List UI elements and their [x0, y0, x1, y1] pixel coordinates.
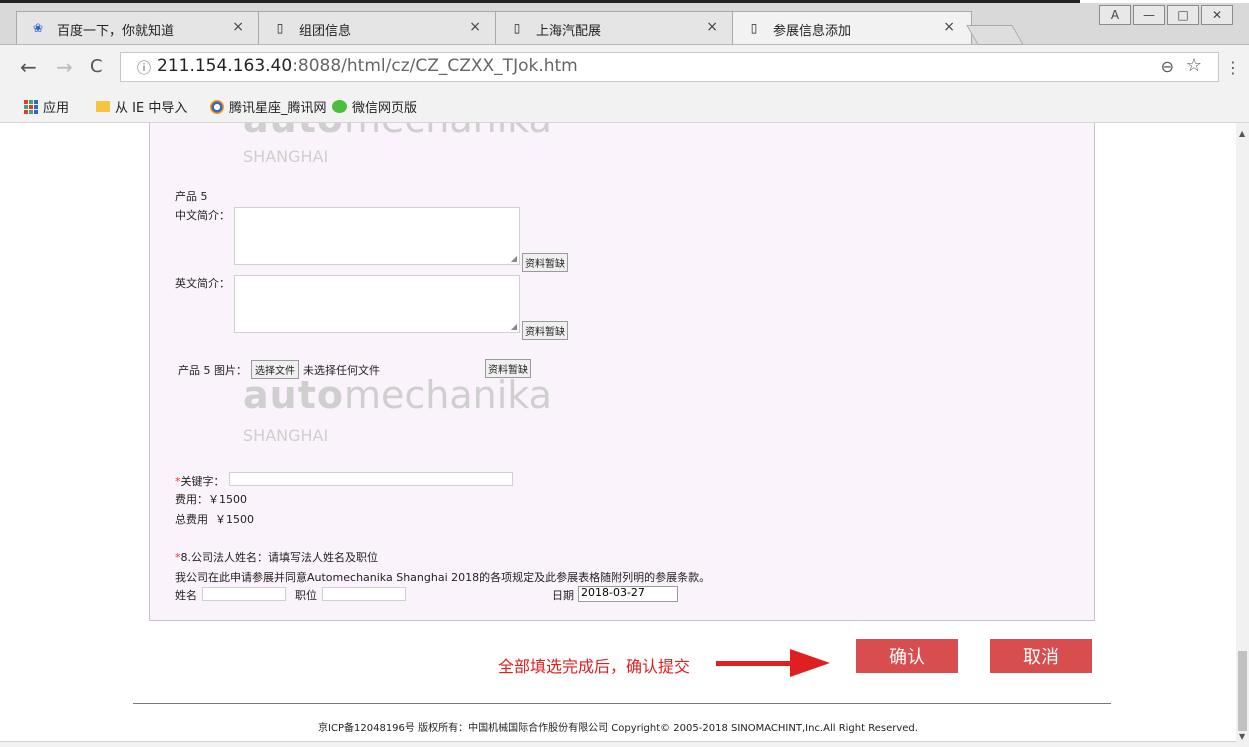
scroll-down-icon[interactable]: ▼: [1239, 732, 1245, 741]
page-icon: ▯: [750, 21, 758, 35]
application-form-panel: automechanika SHANGHAI 产品 5 中文简介： ◢ 资料暂缺…: [149, 123, 1095, 621]
tab-exhibitor-add[interactable]: ▯ 参展信息添加 ×: [732, 11, 972, 44]
page-scrollbar[interactable]: ▲ ▼: [1236, 123, 1249, 747]
cn-intro-textarea[interactable]: ◢: [234, 207, 520, 265]
close-icon[interactable]: ×: [943, 19, 955, 35]
close-window-button[interactable]: ✕: [1201, 5, 1233, 25]
product-title: 产品 5: [175, 190, 208, 203]
logo-city: SHANGHAI: [243, 426, 329, 445]
total-fee-text: 总费用 ￥1500: [175, 513, 254, 526]
cancel-button[interactable]: 取消: [990, 639, 1092, 673]
bookmark-tencent[interactable]: 腾讯星座_腾讯网: [210, 97, 327, 116]
scroll-up-icon[interactable]: ▲: [1239, 129, 1245, 138]
confirm-button[interactable]: 确认: [856, 639, 958, 673]
logo-auto: auto: [243, 123, 344, 141]
legal-heading: *8.公司法人姓名：请填写法人姓名及职位: [175, 549, 378, 565]
bookmark-label: 应用: [43, 101, 70, 116]
scrollbar-thumb[interactable]: [1238, 651, 1247, 731]
logo-mech: mechanika: [343, 373, 552, 417]
qq-icon: [210, 99, 224, 114]
footer-copyright: 京ICP备12048196号 版权所有：中国机械国际合作股份有限公司 Copyr…: [318, 723, 918, 734]
bookmark-apps[interactable]: 应用: [24, 97, 69, 116]
tab-strip: ❀ 百度一下，你就知道 × ▯ 组团信息 × ▯ 上海汽配展 × ▯ 参展信息添…: [0, 3, 1249, 45]
bookmarks-bar: 应用 从 IE 中导入 腾讯星座_腾讯网 微信网页版: [0, 90, 1249, 123]
new-tab-button[interactable]: [966, 25, 1024, 45]
keyword-input[interactable]: [229, 472, 513, 486]
close-icon[interactable]: ×: [232, 19, 244, 35]
keyword-label-text: 关键字：: [180, 475, 225, 488]
agreement-text: 我公司在此申请参展并同意Automechanika Shanghai 2018的…: [175, 571, 711, 584]
maximize-button[interactable]: □: [1167, 5, 1199, 25]
baidu-paw-icon: ❀: [32, 21, 44, 35]
tab-title: 参展信息添加: [773, 24, 852, 39]
tab-title: 上海汽配展: [536, 24, 602, 39]
bookmark-wechat[interactable]: 微信网页版: [332, 97, 417, 116]
tab-shanghai-expo[interactable]: ▯ 上海汽配展 ×: [495, 11, 735, 44]
forward-button[interactable]: →: [56, 55, 73, 79]
url-path: :8088/html/cz/CZ_CZXX_TJok.htm: [292, 56, 578, 76]
info-icon[interactable]: ⓘ: [137, 58, 151, 78]
fee-text: 费用：￥1500: [175, 493, 247, 506]
en-intro-label: 英文简介：: [175, 277, 230, 290]
page-icon: ▯: [276, 21, 284, 35]
logo-city: SHANGHAI: [243, 147, 329, 166]
window-controls: A — □ ✕: [1099, 5, 1233, 25]
menu-icon[interactable]: ⋮: [1225, 58, 1241, 77]
cn-intro-missing-button[interactable]: 资料暂缺: [522, 253, 568, 272]
tab-group-info[interactable]: ▯ 组团信息 ×: [258, 11, 498, 44]
cn-intro-label: 中文简介：: [175, 209, 230, 222]
keyword-label: *关键字：: [175, 473, 225, 489]
resize-grip-icon[interactable]: ◢: [511, 254, 517, 263]
logo-mech: mechanika: [344, 123, 552, 141]
en-intro-textarea[interactable]: ◢: [234, 275, 520, 333]
automechanika-logo-watermark: automechanika: [243, 373, 552, 417]
submit-hint-text: 全部填选完成后，确认提交: [498, 657, 691, 676]
star-icon[interactable]: ☆: [1186, 55, 1202, 76]
reload-button[interactable]: C: [90, 56, 103, 77]
image-label: 产品 5 图片：: [178, 363, 247, 377]
footer-divider: [133, 703, 1111, 704]
address-url[interactable]: 211.154.163.40:8088/html/cz/CZ_CZXX_TJok…: [157, 56, 578, 76]
legal-heading-text: 8.公司法人姓名：请填写法人姓名及职位: [180, 551, 379, 564]
back-button[interactable]: ←: [20, 55, 37, 79]
page-viewport: automechanika SHANGHAI 产品 5 中文简介： ◢ 资料暂缺…: [0, 123, 1236, 747]
legal-position-input[interactable]: [322, 587, 406, 601]
legal-name-input[interactable]: [202, 587, 286, 601]
position-label: 职位: [295, 589, 317, 602]
red-arrow-icon: [716, 649, 830, 677]
minimize-button[interactable]: —: [1133, 5, 1165, 25]
browser-toolbar: ← → C ⓘ 211.154.163.40:8088/html/cz/CZ_C…: [0, 45, 1249, 90]
url-host: 211.154.163.40: [157, 56, 293, 76]
tab-title: 组团信息: [299, 24, 352, 39]
bookmark-label: 腾讯星座_腾讯网: [229, 101, 327, 116]
bookmark-label: 微信网页版: [352, 101, 418, 116]
resize-grip-icon[interactable]: ◢: [511, 322, 517, 331]
zoom-icon[interactable]: ⊖: [1161, 57, 1174, 76]
date-label: 日期: [552, 589, 574, 602]
folder-icon: [96, 101, 110, 112]
wechat-icon: [332, 100, 347, 113]
apps-grid-icon: [24, 99, 38, 114]
close-icon[interactable]: ×: [469, 19, 481, 35]
tab-title: 百度一下，你就知道: [57, 24, 175, 39]
bookmark-ie-import[interactable]: 从 IE 中导入: [96, 97, 187, 116]
name-label: 姓名: [175, 589, 197, 602]
page-icon: ▯: [513, 21, 521, 35]
bookmark-label: 从 IE 中导入: [115, 101, 188, 116]
en-intro-missing-button[interactable]: 资料暂缺: [522, 321, 568, 340]
logo-auto: auto: [243, 373, 344, 417]
status-strip: [0, 741, 1236, 747]
automechanika-logo-watermark: automechanika: [243, 123, 552, 141]
address-bar[interactable]: ⓘ 211.154.163.40:8088/html/cz/CZ_CZXX_TJ…: [120, 52, 1219, 82]
date-input[interactable]: 2018-03-27: [578, 586, 678, 602]
profile-button[interactable]: A: [1099, 5, 1131, 25]
close-icon[interactable]: ×: [706, 19, 718, 35]
tab-baidu[interactable]: ❀ 百度一下，你就知道 ×: [16, 11, 261, 44]
